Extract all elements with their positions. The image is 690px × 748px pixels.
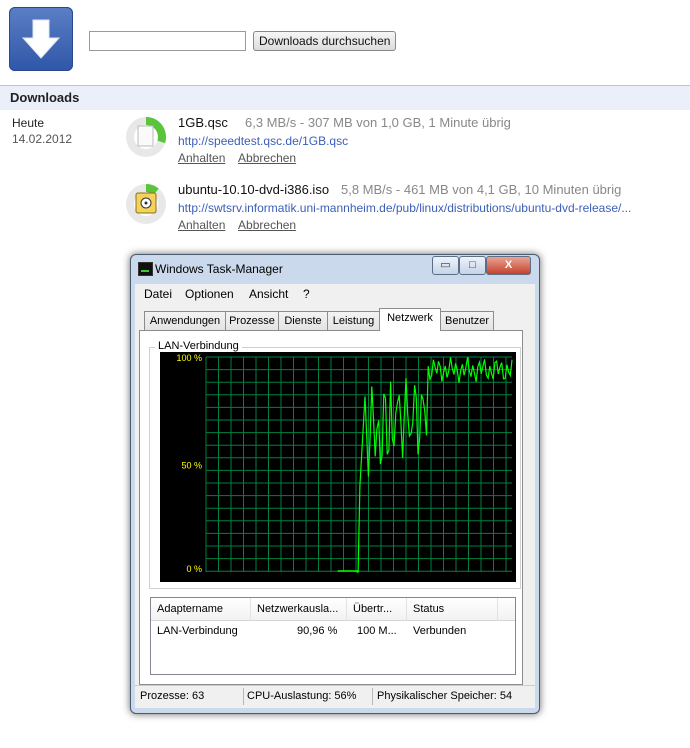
y-tick-label: 50 %	[181, 461, 202, 471]
search-input[interactable]	[89, 31, 246, 51]
status-cpu: CPU-Auslastung: 56%	[247, 690, 357, 702]
column-status[interactable]: Status	[407, 598, 498, 621]
search-downloads-button[interactable]: Downloads durchsuchen	[253, 31, 397, 51]
pause-link[interactable]: Anhalten	[178, 218, 225, 232]
pause-link[interactable]: Anhalten	[178, 151, 225, 165]
date-value: 14.02.2012	[12, 132, 73, 146]
downloads-logo-icon	[9, 7, 73, 71]
status-memory: Physikalischer Speicher: 54	[377, 690, 513, 702]
minimize-button[interactable]: ▭	[432, 256, 459, 275]
network-usage-chart: 100 % 50 % 0 %	[176, 353, 513, 574]
tab-users[interactable]: Benutzer	[440, 311, 494, 331]
network-graph: 100 % 50 % 0 %	[160, 352, 516, 582]
tab-applications[interactable]: Anwendungen	[144, 311, 226, 331]
cell-adapter-name[interactable]: LAN-Verbindung	[157, 625, 238, 637]
file-progress-icon	[126, 117, 166, 157]
cell-status: Verbunden	[413, 625, 467, 637]
tab-services[interactable]: Dienste	[278, 311, 328, 331]
adapter-list: Adaptername Netzwerkausla... Übertr... S…	[150, 597, 516, 675]
window-title: Windows Task-Manager	[155, 262, 283, 276]
menu-bar: Datei Optionen Ansicht ?	[135, 284, 535, 306]
close-button[interactable]: X	[486, 256, 531, 275]
menu-view[interactable]: Ansicht	[249, 287, 288, 301]
y-tick-label: 100 %	[176, 353, 202, 363]
download-url-link[interactable]: http://speedtest.qsc.de/1GB.qsc	[178, 134, 348, 148]
cell-utilization: 90,96 %	[297, 625, 338, 637]
group-label: LAN-Verbindung	[155, 340, 242, 352]
task-manager-window: Windows Task-Manager ▭ □ X Datei Optione…	[130, 254, 540, 714]
task-manager-body: Anwendungen Prozesse Dienste Leistung Ne…	[135, 305, 535, 707]
cell-link-speed: 100 M...	[357, 625, 397, 637]
tab-network[interactable]: Netzwerk	[379, 308, 441, 331]
download-url-link[interactable]: http://swtsrv.informatik.uni-mannheim.de…	[178, 201, 631, 215]
menu-file[interactable]: Datei	[144, 287, 172, 301]
file-name[interactable]: 1GB.qsc	[178, 115, 228, 130]
maximize-button[interactable]: □	[459, 256, 486, 275]
column-link-speed[interactable]: Übertr...	[347, 598, 407, 621]
column-adapter-name[interactable]: Adaptername	[151, 598, 251, 621]
status-processes: Prozesse: 63	[140, 690, 205, 702]
column-network-utilization[interactable]: Netzwerkausla...	[251, 598, 347, 621]
tab-processes[interactable]: Prozesse	[225, 311, 279, 331]
series-line	[356, 357, 513, 573]
cancel-link[interactable]: Abbrechen	[238, 218, 296, 232]
date-label: Heute	[12, 116, 45, 130]
network-panel: LAN-Verbindung 100 % 50 % 0 % Adaptername …	[139, 330, 523, 685]
status-bar: Prozesse: 63 CPU-Auslastung: 56% Physika…	[135, 685, 535, 708]
y-tick-label: 0 %	[186, 564, 202, 574]
column-filler	[498, 598, 515, 621]
section-title: Downloads	[10, 90, 80, 105]
menu-options[interactable]: Optionen	[185, 287, 234, 301]
download-status: 6,3 MB/s - 307 MB von 1,0 GB, 1 Minute ü…	[245, 115, 511, 130]
downloads-section-header: Downloads	[0, 85, 690, 110]
menu-help[interactable]: ?	[303, 287, 310, 301]
task-manager-icon	[138, 262, 153, 276]
download-status: 5,8 MB/s - 461 MB von 4,1 GB, 10 Minuten…	[341, 182, 622, 197]
iso-file-progress-icon	[126, 184, 166, 224]
cancel-link[interactable]: Abbrechen	[238, 151, 296, 165]
file-name[interactable]: ubuntu-10.10-dvd-i386.iso	[178, 182, 329, 197]
tab-performance[interactable]: Leistung	[327, 311, 380, 331]
